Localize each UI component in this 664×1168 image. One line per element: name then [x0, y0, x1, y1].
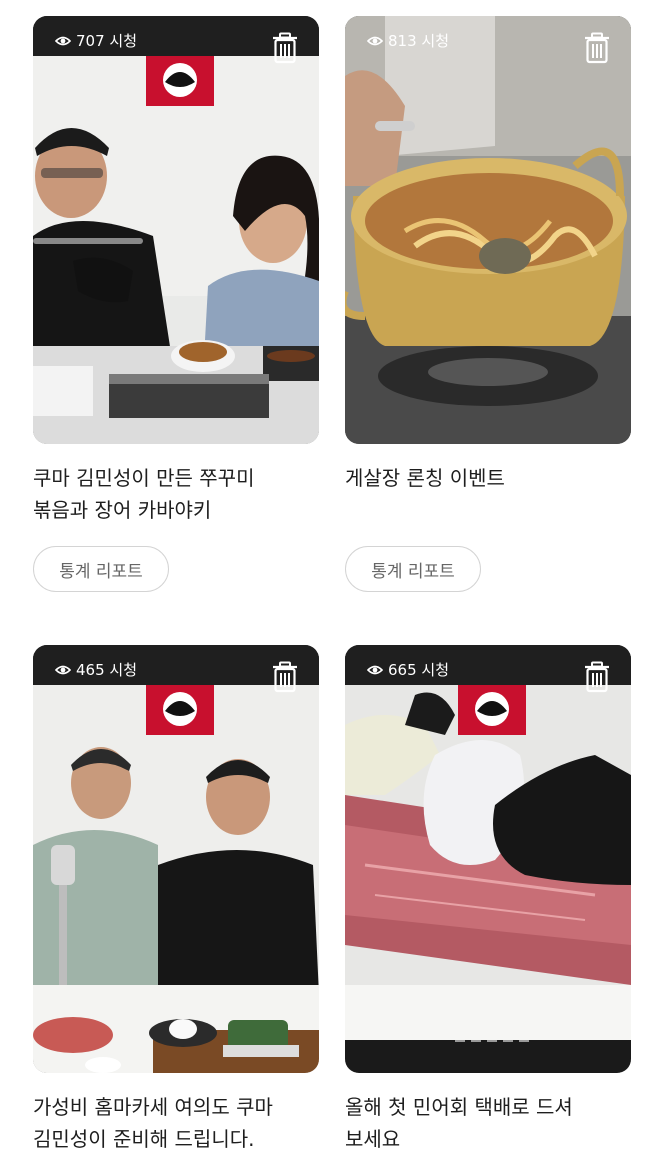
video-title[interactable]: 가성비 홈마카세 여의도 쿠마 김민성이 준비해 드립니다. — [33, 1091, 313, 1155]
trash-icon[interactable] — [271, 32, 299, 64]
video-title[interactable]: 올해 첫 민어회 택배로 드셔 보세요 — [345, 1091, 625, 1155]
eye-icon — [367, 36, 383, 46]
eye-icon — [367, 665, 383, 675]
view-count-text: 665 시청 — [388, 661, 449, 679]
view-count: 707 시청 — [55, 32, 137, 50]
view-count-text: 707 시청 — [76, 32, 137, 50]
video-thumbnail[interactable]: 707 시청 — [33, 16, 319, 444]
video-title-line: 쿠마 김민성이 만든 쭈꾸미 — [33, 466, 255, 490]
video-title-line: 올해 첫 민어회 택배로 드셔 — [345, 1095, 573, 1119]
video-title[interactable]: 쿠마 김민성이 만든 쭈꾸미 볶음과 장어 카바야키 — [33, 462, 313, 526]
video-thumbnail[interactable]: 813 시청 — [345, 16, 631, 444]
logo-icon — [458, 685, 526, 735]
video-scene-fish-cutting — [345, 685, 631, 1073]
view-count-text: 813 시청 — [388, 32, 449, 50]
video-thumbnail[interactable]: 665 시청 — [345, 645, 631, 1073]
video-thumbnail[interactable]: 465 시청 — [33, 645, 319, 1073]
video-title-line: 게살장 론칭 이벤트 — [345, 466, 505, 490]
video-title-line: 보세요 — [345, 1127, 401, 1151]
trash-icon[interactable] — [583, 661, 611, 693]
video-card[interactable]: 665 시청 올해 첫 민어회 택배로 드셔 보세요 — [345, 645, 631, 1155]
video-scene-ramen-pot — [345, 16, 631, 444]
video-title[interactable]: 게살장 론칭 이벤트 — [345, 462, 625, 494]
video-title-line: 가성비 홈마카세 여의도 쿠마 — [33, 1095, 273, 1119]
view-count-text: 465 시청 — [76, 661, 137, 679]
video-card[interactable]: 707 시청 쿠마 김민성이 만든 쭈꾸미 볶음과 장어 카바야키 통계 리포트 — [33, 16, 319, 592]
video-card[interactable]: 465 시청 가성비 홈마카세 여의도 쿠마 김민성이 준비해 드립니다. — [33, 645, 319, 1155]
video-scene-chefs-eating — [33, 56, 319, 444]
view-count: 813 시청 — [367, 32, 449, 50]
video-title-line: 볶음과 장어 카바야키 — [33, 498, 212, 522]
view-count: 465 시청 — [55, 661, 137, 679]
video-card[interactable]: 813 시청 게살장 론칭 이벤트 통계 리포트 — [345, 16, 631, 592]
logo-icon — [146, 56, 214, 106]
stats-report-button[interactable]: 통계 리포트 — [345, 546, 481, 592]
trash-icon[interactable] — [271, 661, 299, 693]
video-title-line: 김민성이 준비해 드립니다. — [33, 1127, 255, 1151]
video-scene-two-chefs — [33, 685, 319, 1073]
stats-report-button[interactable]: 통계 리포트 — [33, 546, 169, 592]
trash-icon[interactable] — [583, 32, 611, 64]
logo-icon — [146, 685, 214, 735]
eye-icon — [55, 36, 71, 46]
view-count: 665 시청 — [367, 661, 449, 679]
eye-icon — [55, 665, 71, 675]
